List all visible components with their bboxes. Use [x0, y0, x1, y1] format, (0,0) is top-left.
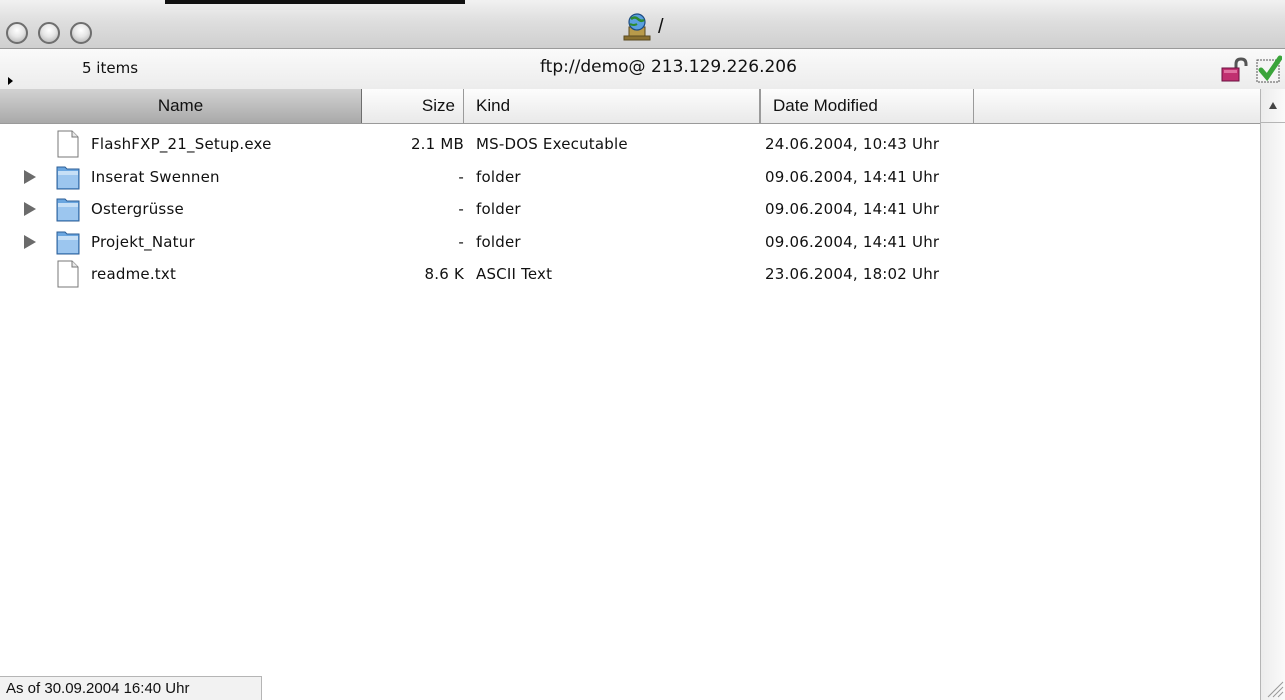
title-bar-edge	[165, 0, 465, 4]
file-date: 09.06.2004, 14:41 Uhr	[765, 232, 940, 251]
file-size: -	[458, 232, 464, 251]
document-icon	[57, 130, 79, 158]
file-date: 09.06.2004, 14:41 Uhr	[765, 200, 940, 218]
file-kind: folder	[476, 200, 521, 218]
document-icon	[57, 260, 79, 288]
info-bar: 5 items ftp://demo@ 213.129.226.206	[0, 49, 1285, 90]
zoom-button[interactable]	[70, 22, 92, 44]
file-size: -	[458, 167, 464, 186]
file-kind: folder	[476, 167, 521, 186]
file-name: Projekt_Natur	[91, 232, 195, 251]
network-globe-icon	[623, 13, 651, 41]
column-header-size[interactable]: Size	[362, 89, 464, 123]
column-headers: Name Size Kind Date Modified	[0, 89, 1260, 124]
disclosure-triangle-icon[interactable]	[8, 77, 13, 85]
folder-icon	[56, 198, 80, 222]
list-item[interactable]: FlashFXP_21_Setup.exe 2.1 MB MS-DOS Exec…	[0, 128, 1260, 161]
file-kind: ASCII Text	[476, 265, 553, 283]
expand-triangle-icon[interactable]	[24, 234, 36, 249]
scroll-up-arrow-icon	[1269, 102, 1277, 109]
status-bar: As of 30.09.2004 16:40 Uhr	[0, 676, 262, 700]
column-header-name[interactable]: Name	[0, 89, 362, 123]
expand-triangle-icon[interactable]	[24, 169, 36, 184]
file-size: -	[458, 200, 464, 218]
file-name: Ostergrüsse	[91, 200, 184, 218]
ftp-browser-window: / 5 items ftp://demo@ 213.129.226.206 Na…	[0, 0, 1285, 700]
resize-grip-icon[interactable]	[1262, 676, 1284, 698]
scroll-up-button[interactable]	[1261, 89, 1285, 123]
expand-triangle-icon[interactable]	[24, 202, 36, 216]
list-item[interactable]: Projekt_Natur - folder 09.06.2004, 14:41…	[0, 226, 1260, 259]
checkmark-icon[interactable]	[1256, 55, 1282, 83]
column-header-filler	[974, 89, 1260, 123]
open-lock-icon[interactable]	[1220, 57, 1248, 83]
list-item[interactable]: Ostergrüsse - folder 09.06.2004, 14:41 U…	[0, 193, 1260, 226]
item-count: 5 items	[82, 59, 139, 77]
file-date: 23.06.2004, 18:02 Uhr	[765, 265, 940, 283]
minimize-button[interactable]	[38, 22, 60, 44]
folder-icon	[56, 166, 80, 189]
list-item[interactable]: readme.txt 8.6 K ASCII Text 23.06.2004, …	[0, 258, 1260, 291]
window-title-group: /	[620, 10, 664, 44]
vertical-scrollbar[interactable]	[1260, 89, 1285, 700]
column-header-date-modified[interactable]: Date Modified	[760, 89, 974, 123]
file-name: Inserat Swennen	[91, 167, 220, 186]
list-item[interactable]: Inserat Swennen - folder 09.06.2004, 14:…	[0, 161, 1260, 194]
title-bar[interactable]: /	[0, 0, 1285, 49]
folder-icon	[56, 231, 80, 254]
file-name: readme.txt	[91, 265, 177, 283]
file-name: FlashFXP_21_Setup.exe	[91, 135, 272, 153]
file-kind: MS-DOS Executable	[476, 135, 628, 153]
file-list: FlashFXP_21_Setup.exe 2.1 MB MS-DOS Exec…	[0, 128, 1260, 291]
server-address: ftp://demo@ 213.129.226.206	[540, 57, 797, 77]
file-kind: folder	[476, 232, 521, 251]
file-size: 2.1 MB	[410, 135, 464, 153]
file-date: 09.06.2004, 14:41 Uhr	[765, 167, 940, 186]
window-title: /	[658, 15, 664, 38]
file-date: 24.06.2004, 10:43 Uhr	[765, 135, 940, 153]
file-size: 8.6 K	[424, 265, 464, 283]
close-button[interactable]	[6, 22, 28, 44]
column-header-kind[interactable]: Kind	[464, 89, 760, 123]
